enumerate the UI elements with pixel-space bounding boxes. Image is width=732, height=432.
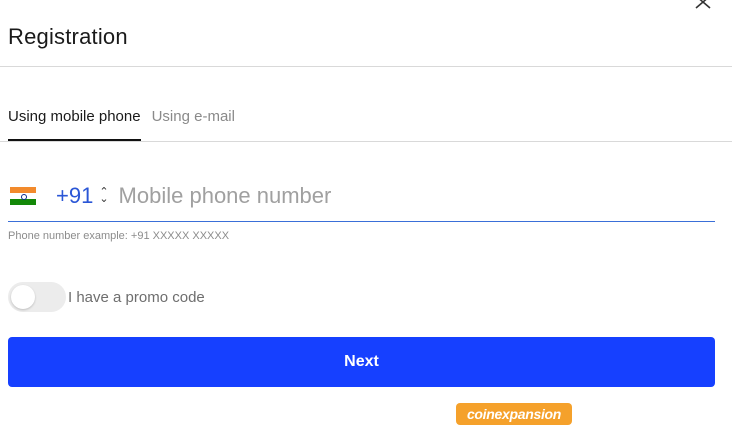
promo-code-toggle[interactable] bbox=[8, 282, 66, 312]
phone-hint: Phone number example: +91 XXXXX XXXXX bbox=[8, 230, 230, 242]
tabs-divider bbox=[0, 141, 732, 142]
tab-mobile-phone[interactable]: Using mobile phone bbox=[8, 108, 141, 142]
registration-tabs: Using mobile phone Using e-mail bbox=[8, 108, 246, 142]
next-button[interactable]: Next bbox=[8, 337, 715, 387]
india-flag-icon[interactable] bbox=[10, 186, 36, 205]
promo-code-toggle-row: I have a promo code bbox=[8, 282, 205, 312]
dialog-title: Registration bbox=[8, 24, 128, 49]
registration-dialog: Registration Using mobile phone Using e-… bbox=[0, 0, 732, 432]
watermark-logo: coinexpansion bbox=[456, 403, 572, 425]
toggle-knob bbox=[11, 285, 35, 309]
mobile-phone-input[interactable] bbox=[118, 182, 715, 209]
country-code-selector[interactable]: +91 bbox=[56, 183, 93, 209]
phone-field: +91 ⌃ ⌄ bbox=[8, 176, 715, 222]
tab-email[interactable]: Using e-mail bbox=[152, 108, 235, 142]
chevron-up-down-icon[interactable]: ⌃ ⌄ bbox=[99, 186, 108, 204]
promo-code-label[interactable]: I have a promo code bbox=[68, 289, 205, 306]
header-divider bbox=[0, 66, 732, 67]
close-icon[interactable] bbox=[694, 0, 716, 10]
